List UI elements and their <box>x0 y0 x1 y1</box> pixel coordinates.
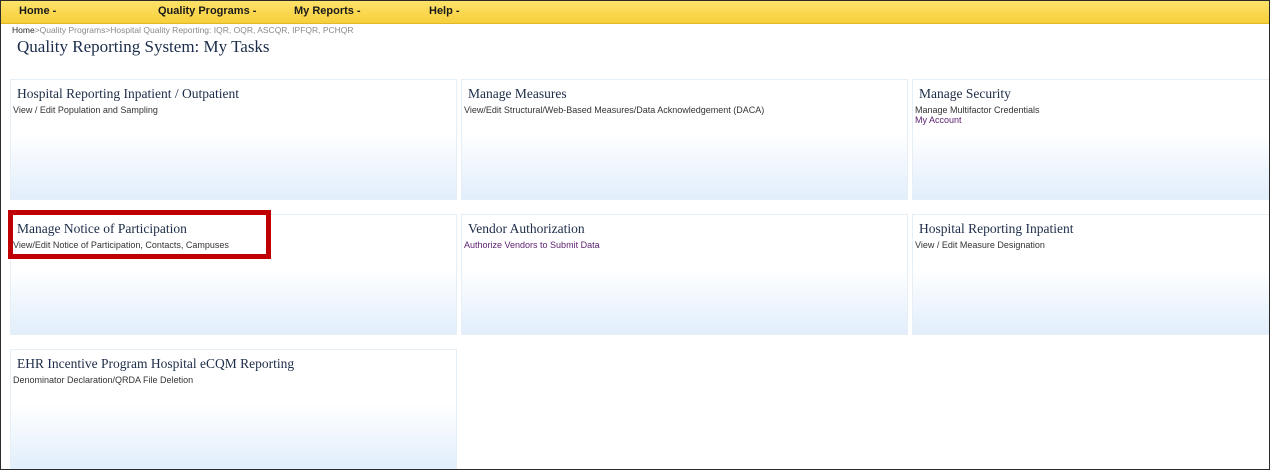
dropdown-caret-icon: - <box>52 5 57 17</box>
dropdown-caret-icon: - <box>252 5 257 17</box>
app-window: Home - Quality Programs - My Reports - Help… <box>0 0 1270 470</box>
authorize-vendors-link[interactable]: Authorize Vendors to Submit Data <box>464 240 600 250</box>
breadcrumb: Home>Quality Programs>Hospital Quality R… <box>12 25 354 35</box>
tile-title[interactable]: Manage Measures <box>468 86 567 102</box>
breadcrumb-quality-programs[interactable]: Quality Programs <box>40 25 106 35</box>
menu-help[interactable]: Help - <box>429 5 460 17</box>
tile-title[interactable]: Hospital Reporting Inpatient <box>919 221 1073 237</box>
task-tile-vendor-authorization: Vendor Authorization Authorize Vendors t… <box>461 214 908 335</box>
highlight-annotation-box <box>8 210 271 259</box>
menu-home[interactable]: Home - <box>19 5 56 17</box>
tile-title[interactable]: EHR Incentive Program Hospital eCQM Repo… <box>17 356 294 372</box>
task-tile-manage-measures: Manage Measures View/Edit Structural/Web… <box>461 79 908 200</box>
menu-my-reports[interactable]: My Reports - <box>294 5 361 17</box>
dropdown-caret-icon: - <box>356 5 361 17</box>
task-tile-hospital-reporting-inpatient-outpatient: Hospital Reporting Inpatient / Outpatien… <box>10 79 457 200</box>
tile-description: Denominator Declaration/QRDA File Deleti… <box>13 375 194 385</box>
task-tile-manage-security: Manage Security Manage Multifactor Crede… <box>912 79 1269 200</box>
menu-bar: Home - Quality Programs - My Reports - Help… <box>1 1 1269 24</box>
task-tile-ehr-incentive-program: EHR Incentive Program Hospital eCQM Repo… <box>10 349 457 469</box>
breadcrumb-current: Hospital Quality Reporting: IQR, OQR, AS… <box>110 25 354 35</box>
tile-description: View / Edit Population and Sampling <box>13 105 158 115</box>
tile-title[interactable]: Manage Security <box>919 86 1011 102</box>
breadcrumb-home[interactable]: Home <box>12 25 35 35</box>
tile-description: View / Edit Measure Designation <box>915 240 1045 250</box>
tile-description: View/Edit Structural/Web-Based Measures/… <box>464 105 765 115</box>
menu-quality-programs[interactable]: Quality Programs - <box>158 5 256 17</box>
my-account-link[interactable]: My Account <box>915 115 962 125</box>
tile-title[interactable]: Hospital Reporting Inpatient / Outpatien… <box>17 86 239 102</box>
dropdown-caret-icon: - <box>455 5 460 17</box>
page-title: Quality Reporting System: My Tasks <box>17 37 270 56</box>
task-tile-hospital-reporting-inpatient: Hospital Reporting Inpatient View / Edit… <box>912 214 1269 335</box>
tile-title[interactable]: Vendor Authorization <box>468 221 585 237</box>
